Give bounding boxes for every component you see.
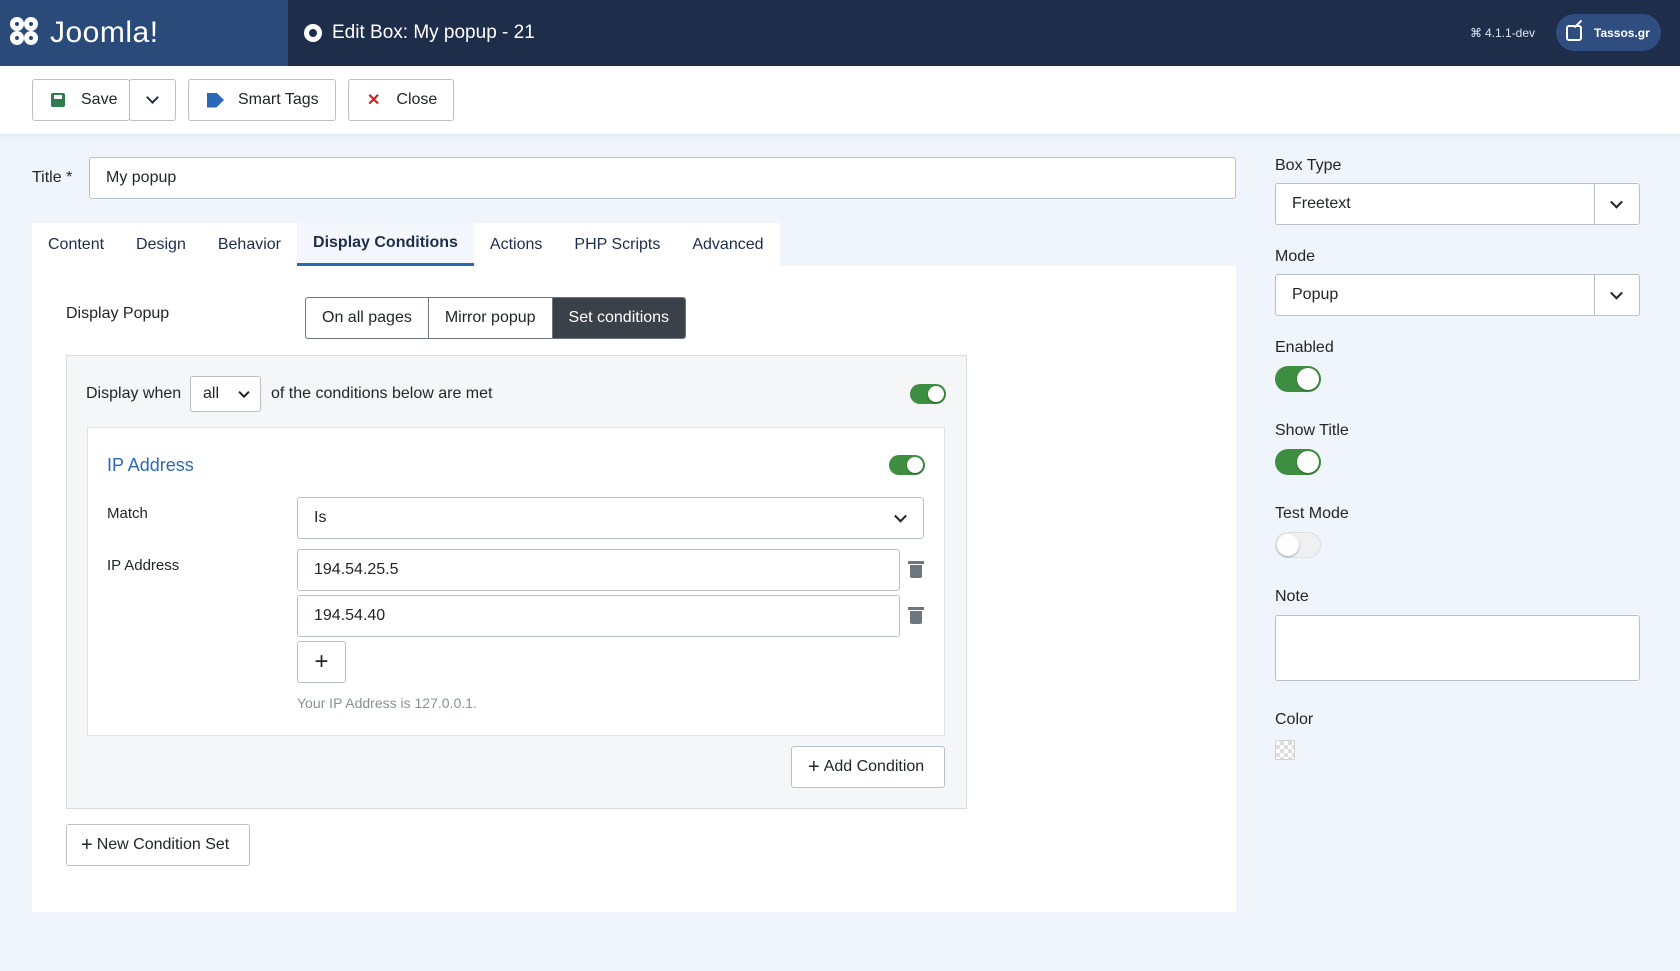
ip-address-input-1[interactable]: 194.54.25.5 <box>297 549 900 591</box>
note-textarea[interactable] <box>1275 615 1640 681</box>
chevron-down-icon <box>1610 286 1623 300</box>
toggle-knob <box>928 386 944 402</box>
smart-tags-button[interactable]: Smart Tags <box>188 79 336 121</box>
show-title-toggle[interactable] <box>1275 449 1321 475</box>
test-mode-label: Test Mode <box>1275 505 1349 522</box>
toggle-knob <box>907 457 923 473</box>
condition-set-toggle[interactable] <box>910 384 946 404</box>
box-icon <box>304 24 322 42</box>
plus-icon: + <box>314 648 329 675</box>
tab-behavior[interactable]: Behavior <box>202 223 297 266</box>
option-set-conditions[interactable]: Set conditions <box>552 298 686 338</box>
page-title: Edit Box: My popup - 21 <box>304 0 535 66</box>
color-label: Color <box>1275 711 1314 728</box>
ip-address-label: IP Address <box>107 557 180 574</box>
tag-icon <box>207 92 224 108</box>
mode-label: Mode <box>1275 248 1316 265</box>
new-condition-set-button[interactable]: + New Condition Set <box>66 824 250 866</box>
plus-icon: + <box>808 755 820 778</box>
display-popup-label: Display Popup <box>66 305 170 322</box>
close-icon: ✕ <box>367 92 381 109</box>
add-condition-button[interactable]: + Add Condition <box>791 746 945 788</box>
match-label: Match <box>107 505 148 522</box>
add-ip-button[interactable]: + <box>297 641 346 683</box>
close-button[interactable]: ✕ Close <box>348 79 454 121</box>
save-icon <box>51 93 65 107</box>
save-dropdown-button[interactable] <box>129 79 176 121</box>
plus-icon: + <box>81 833 93 856</box>
logo-text: Joomla! <box>50 16 159 49</box>
note-label: Note <box>1275 588 1309 605</box>
external-link-icon <box>1566 24 1582 41</box>
tab-design[interactable]: Design <box>120 223 202 266</box>
chevron-down-icon <box>1610 195 1623 209</box>
match-all-select[interactable]: all <box>190 376 261 412</box>
tab-content[interactable]: Content <box>32 223 120 266</box>
enabled-toggle[interactable] <box>1275 366 1321 392</box>
enabled-label: Enabled <box>1275 339 1334 356</box>
tab-actions[interactable]: Actions <box>474 223 558 266</box>
title-label: Title * <box>32 169 73 186</box>
condition-toggle[interactable] <box>889 455 925 475</box>
version-label: ⌘ 4.1.1-dev <box>1470 26 1536 40</box>
display-popup-selector: On all pages Mirror popup Set conditions <box>305 297 687 339</box>
ip-hint: Your IP Address is 127.0.0.1. <box>297 695 477 711</box>
condition-title: IP Address <box>107 455 194 475</box>
toggle-knob <box>1297 451 1319 473</box>
joomla-small-icon: ⌘ <box>1470 26 1482 40</box>
toolbar: Save Smart Tags ✕ Close <box>0 66 1680 134</box>
tab-php-scripts[interactable]: PHP Scripts <box>558 223 676 266</box>
toggle-knob <box>1277 534 1299 556</box>
tab-bar: Content Design Behavior Display Conditio… <box>32 223 780 266</box>
mode-select[interactable]: Popup <box>1275 274 1640 316</box>
toggle-knob <box>1297 368 1319 390</box>
option-on-all-pages[interactable]: On all pages <box>306 298 429 338</box>
test-mode-toggle[interactable] <box>1275 532 1321 558</box>
save-button[interactable]: Save <box>32 79 130 121</box>
box-type-label: Box Type <box>1275 157 1342 174</box>
top-header: Joomla! Edit Box: My popup - 21 ⌘ 4.1.1-d… <box>0 0 1680 66</box>
show-title-label: Show Title <box>1275 422 1349 439</box>
chevron-down-icon <box>894 509 907 523</box>
tab-advanced[interactable]: Advanced <box>676 223 779 266</box>
color-picker[interactable] <box>1275 740 1295 760</box>
option-mirror-popup[interactable]: Mirror popup <box>429 298 553 338</box>
site-link-button[interactable]: Tassos.gr <box>1556 14 1661 51</box>
conditions-met-label: of the conditions below are met <box>271 385 493 402</box>
display-when-label: Display when <box>86 385 182 402</box>
trash-icon[interactable] <box>908 607 924 624</box>
chevron-down-icon <box>238 386 250 399</box>
chevron-down-icon <box>146 91 159 104</box>
joomla-logo-icon <box>10 17 42 49</box>
ip-address-input-2[interactable]: 194.54.40 <box>297 595 900 637</box>
box-type-select[interactable]: Freetext <box>1275 183 1640 225</box>
joomla-logo[interactable]: Joomla! <box>0 0 288 66</box>
trash-icon[interactable] <box>908 561 924 578</box>
title-input[interactable]: My popup <box>89 157 1236 199</box>
tab-display-conditions[interactable]: Display Conditions <box>297 223 474 266</box>
match-select[interactable]: Is <box>297 497 924 539</box>
